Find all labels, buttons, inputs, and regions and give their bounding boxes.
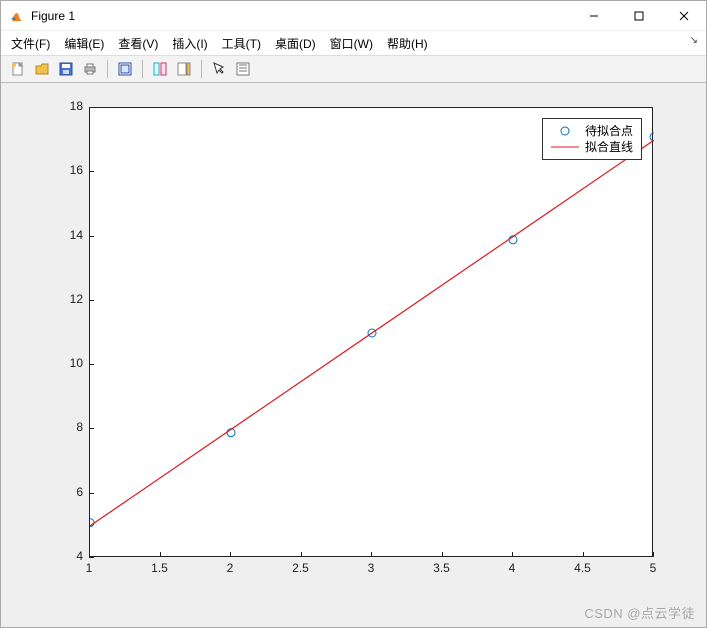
legend-label-points: 待拟合点 bbox=[585, 123, 633, 139]
toolbar-separator bbox=[201, 60, 202, 78]
y-tick-mark bbox=[89, 236, 94, 237]
y-tick-mark bbox=[89, 107, 94, 108]
y-tick-mark bbox=[89, 557, 94, 558]
legend-entry-line: 拟合直线 bbox=[551, 139, 633, 155]
maximize-button[interactable] bbox=[616, 1, 661, 31]
x-tick-mark bbox=[442, 552, 443, 557]
menu-file[interactable]: 文件(F) bbox=[11, 35, 50, 52]
x-tick-label: 3.5 bbox=[427, 561, 457, 575]
x-tick-label: 3 bbox=[356, 561, 386, 575]
legend-label-line: 拟合直线 bbox=[585, 139, 633, 155]
menubar: 文件(F) 编辑(E) 查看(V) 插入(I) 工具(T) 桌面(D) 窗口(W… bbox=[1, 31, 706, 55]
print-button[interactable] bbox=[79, 58, 101, 80]
axes[interactable]: 待拟合点 拟合直线 bbox=[89, 107, 653, 557]
close-button[interactable] bbox=[661, 1, 706, 31]
y-tick-mark bbox=[89, 493, 94, 494]
x-tick-label: 4.5 bbox=[568, 561, 598, 575]
x-tick-mark bbox=[371, 552, 372, 557]
y-tick-label: 18 bbox=[53, 99, 83, 113]
menu-view[interactable]: 查看(V) bbox=[118, 35, 158, 52]
edit-plot-button[interactable] bbox=[114, 58, 136, 80]
y-tick-label: 14 bbox=[53, 228, 83, 242]
y-tick-label: 8 bbox=[53, 420, 83, 434]
toolbar-separator bbox=[142, 60, 143, 78]
titlebar: Figure 1 bbox=[1, 1, 706, 31]
y-tick-mark bbox=[89, 428, 94, 429]
legend[interactable]: 待拟合点 拟合直线 bbox=[542, 118, 642, 160]
y-tick-label: 16 bbox=[53, 163, 83, 177]
y-tick-mark bbox=[89, 300, 94, 301]
y-tick-label: 10 bbox=[53, 356, 83, 370]
matlab-icon bbox=[9, 8, 25, 24]
y-tick-label: 6 bbox=[53, 485, 83, 499]
x-tick-label: 2 bbox=[215, 561, 245, 575]
x-tick-mark bbox=[653, 552, 654, 557]
menu-edit[interactable]: 编辑(E) bbox=[64, 35, 104, 52]
x-tick-mark bbox=[512, 552, 513, 557]
menu-window[interactable]: 窗口(W) bbox=[330, 35, 373, 52]
open-button[interactable] bbox=[31, 58, 53, 80]
plot-canvas bbox=[90, 108, 654, 558]
x-tick-mark bbox=[89, 552, 90, 557]
x-tick-label: 4 bbox=[497, 561, 527, 575]
minimize-button[interactable] bbox=[571, 1, 616, 31]
x-tick-label: 5 bbox=[638, 561, 668, 575]
x-tick-label: 1.5 bbox=[145, 561, 175, 575]
data-point bbox=[650, 133, 654, 141]
toolbar-separator bbox=[107, 60, 108, 78]
window-title: Figure 1 bbox=[31, 9, 75, 23]
save-button[interactable] bbox=[55, 58, 77, 80]
insert-colorbar-button[interactable] bbox=[173, 58, 195, 80]
figure-window: Figure 1 文件(F) 编辑(E) 查看(V) 插入(I) 工具(T) 桌… bbox=[0, 0, 707, 628]
new-figure-button[interactable] bbox=[7, 58, 29, 80]
legend-entry-points: 待拟合点 bbox=[551, 123, 633, 139]
x-tick-mark bbox=[230, 552, 231, 557]
link-plot-button[interactable] bbox=[149, 58, 171, 80]
y-tick-label: 12 bbox=[53, 292, 83, 306]
figure-body: 待拟合点 拟合直线 468101214161811.522.533.544.55 bbox=[1, 83, 706, 627]
x-tick-mark bbox=[160, 552, 161, 557]
fit-line bbox=[90, 140, 654, 526]
menu-desktop[interactable]: 桌面(D) bbox=[275, 35, 316, 52]
data-cursor-button[interactable] bbox=[232, 58, 254, 80]
x-tick-label: 2.5 bbox=[286, 561, 316, 575]
x-tick-mark bbox=[583, 552, 584, 557]
menu-help[interactable]: 帮助(H) bbox=[387, 35, 428, 52]
x-tick-label: 1 bbox=[74, 561, 104, 575]
pointer-button[interactable] bbox=[208, 58, 230, 80]
y-tick-mark bbox=[89, 364, 94, 365]
menu-tools[interactable]: 工具(T) bbox=[222, 35, 261, 52]
y-tick-mark bbox=[89, 171, 94, 172]
menu-overflow-icon[interactable]: ↘ bbox=[690, 35, 698, 46]
x-tick-mark bbox=[301, 552, 302, 557]
toolbar bbox=[1, 55, 706, 83]
menu-insert[interactable]: 插入(I) bbox=[172, 35, 207, 52]
